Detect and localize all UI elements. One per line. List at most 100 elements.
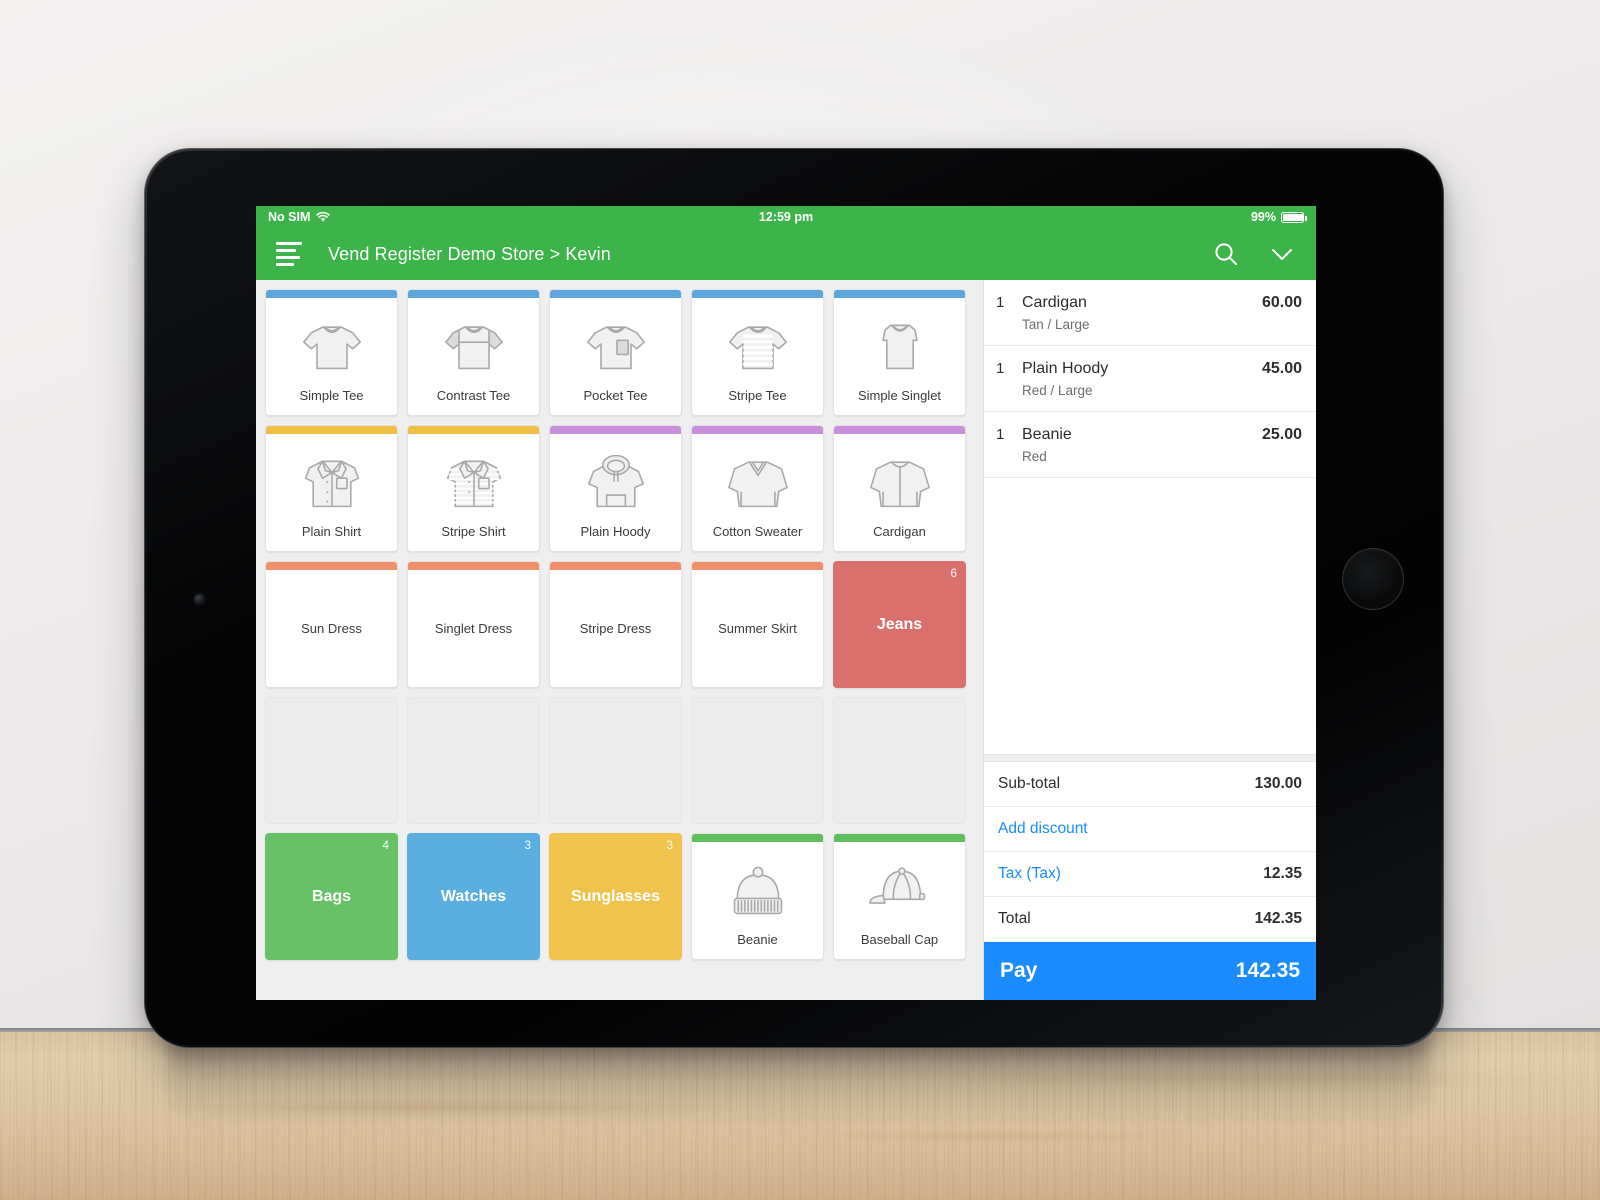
product-tile[interactable]: Stripe Dress <box>549 561 682 688</box>
category-tile[interactable]: 4 Bags <box>265 833 398 960</box>
product-tile[interactable]: Cardigan <box>833 425 966 552</box>
empty-tile <box>691 697 824 824</box>
cap-icon <box>834 842 965 933</box>
grid-cell <box>833 697 975 833</box>
grid-cell <box>549 697 691 833</box>
app-content: Simple Tee Contrast Tee Pocket Tee Stripe T… <box>256 280 1316 1000</box>
product-tile[interactable]: Pocket Tee <box>549 289 682 416</box>
home-button[interactable] <box>1342 548 1404 610</box>
cart-line-item[interactable]: 1 Plain Hoody Red / Large 45.00 <box>984 346 1316 412</box>
category-tile[interactable]: 6 Jeans <box>833 561 966 688</box>
empty-tile <box>549 697 682 824</box>
grid-cell: Sun Dress <box>265 561 407 697</box>
pay-label: Pay <box>1000 959 1038 982</box>
tile-body: Summer Skirt <box>692 570 823 687</box>
product-tile-label: Stripe Tee <box>728 387 787 403</box>
category-tile[interactable]: 3 Watches <box>407 833 540 960</box>
grid-cell: Cotton Sweater <box>691 425 833 561</box>
category-tile[interactable]: 3 Sunglasses <box>549 833 682 960</box>
grid-cell: 4 Bags <box>265 833 407 969</box>
product-tile[interactable]: Sun Dress <box>265 561 398 688</box>
status-bar: No SIM 12:59 pm 99% <box>256 206 1316 228</box>
tile-color-bar <box>692 834 823 842</box>
tile-color-bar <box>408 562 539 570</box>
cart-panel: 1 Cardigan Tan / Large 60.00 1 Plain Hoody Red… <box>983 280 1316 1000</box>
product-tile[interactable]: Simple Tee <box>265 289 398 416</box>
navbar-actions <box>1212 240 1296 268</box>
product-tile[interactable]: Contrast Tee <box>407 289 540 416</box>
category-tile-label: Jeans <box>876 615 923 633</box>
totals-row: Total 142.35 <box>984 897 1316 942</box>
totals-row: Sub-total 130.00 <box>984 762 1316 807</box>
grid-cell: Pocket Tee <box>549 289 691 425</box>
cart-item-info: Plain Hoody Red / Large <box>1022 359 1262 398</box>
grid-cell: Singlet Dress <box>407 561 549 697</box>
product-tile[interactable]: Plain Shirt <box>265 425 398 552</box>
product-tile-label: Plain Shirt <box>301 523 362 539</box>
product-tile-label: Stripe Shirt <box>441 523 506 539</box>
product-tile[interactable]: Simple Singlet <box>833 289 966 416</box>
totals-label: Total <box>998 910 1031 927</box>
tile-color-bar <box>692 562 823 570</box>
pay-button[interactable]: Pay 142.35 <box>984 942 1316 1000</box>
cart-divider <box>984 754 1316 762</box>
grid-cell: 3 Sunglasses <box>549 833 691 969</box>
totals-link-row[interactable]: Tax (Tax) 12.35 <box>984 852 1316 897</box>
cart-item-name: Beanie <box>1022 426 1072 443</box>
product-tile[interactable]: Plain Hoody <box>549 425 682 552</box>
search-icon[interactable] <box>1212 240 1240 268</box>
hoody-icon <box>550 434 681 525</box>
wifi-icon <box>316 211 331 222</box>
totals-link-row[interactable]: Add discount <box>984 807 1316 852</box>
carrier-label: No SIM <box>268 210 311 224</box>
product-tile-label: Beanie <box>737 931 778 947</box>
cart-item-price: 60.00 <box>1261 294 1302 311</box>
product-tile[interactable]: Stripe Tee <box>691 289 824 416</box>
cart-line-item[interactable]: 1 Cardigan Tan / Large 60.00 <box>984 280 1316 346</box>
cart-totals: Sub-total 130.00 Add discount Tax (Tax) 12.3… <box>984 762 1316 942</box>
shirt-icon <box>266 434 397 525</box>
empty-tile <box>407 697 540 824</box>
product-tile-label: Baseball Cap <box>860 931 939 947</box>
totals-label: Sub-total <box>998 775 1061 792</box>
product-tile-label: Pocket Tee <box>583 387 648 403</box>
tile-color-bar <box>834 426 965 434</box>
status-time: 12:59 pm <box>758 210 814 224</box>
tile-color-bar <box>266 290 397 298</box>
product-tile[interactable]: Beanie <box>691 833 824 960</box>
product-tile[interactable]: Baseball Cap <box>833 833 966 960</box>
category-tile-label: Watches <box>440 887 507 905</box>
product-tile[interactable]: Stripe Shirt <box>407 425 540 552</box>
empty-tile <box>265 697 398 824</box>
tee-stripe-icon <box>692 298 823 389</box>
tile-color-bar <box>692 290 823 298</box>
front-camera <box>194 594 205 605</box>
product-tile-label: Stripe Dress <box>579 621 652 636</box>
tile-color-bar <box>834 290 965 298</box>
tablet-reflection <box>168 1034 1428 1130</box>
grid-cell: Baseball Cap <box>833 833 975 969</box>
tile-color-bar <box>408 290 539 298</box>
grid-cell: 3 Watches <box>407 833 549 969</box>
scene: No SIM 12:59 pm 99% Vend Register Demo S… <box>0 0 1600 1200</box>
tile-body: Stripe Dress <box>550 570 681 687</box>
tile-color-bar <box>408 426 539 434</box>
chevron-down-icon[interactable] <box>1268 240 1296 268</box>
category-count-badge: 4 <box>382 838 389 852</box>
cart-item-info: Cardigan Tan / Large <box>1022 293 1262 332</box>
totals-value: 130.00 <box>1254 775 1302 792</box>
pay-amount: 142.35 <box>1235 959 1300 982</box>
product-tile[interactable]: Cotton Sweater <box>691 425 824 552</box>
product-tile-label: Simple Tee <box>299 387 364 403</box>
cart-item-name: Plain Hoody <box>1022 360 1109 377</box>
product-tile[interactable]: Summer Skirt <box>691 561 824 688</box>
hamburger-menu-icon[interactable] <box>276 242 302 266</box>
cart-item-price: 25.00 <box>1261 426 1302 443</box>
grid-cell: Simple Tee <box>265 289 407 425</box>
cart-line-item[interactable]: 1 Beanie Red 25.00 <box>984 412 1316 478</box>
product-tile[interactable]: Singlet Dress <box>407 561 540 688</box>
product-tile-label: Simple Singlet <box>857 387 942 403</box>
cart-item-name: Cardigan <box>1022 294 1087 311</box>
category-count-badge: 3 <box>666 838 673 852</box>
tile-color-bar <box>550 562 681 570</box>
